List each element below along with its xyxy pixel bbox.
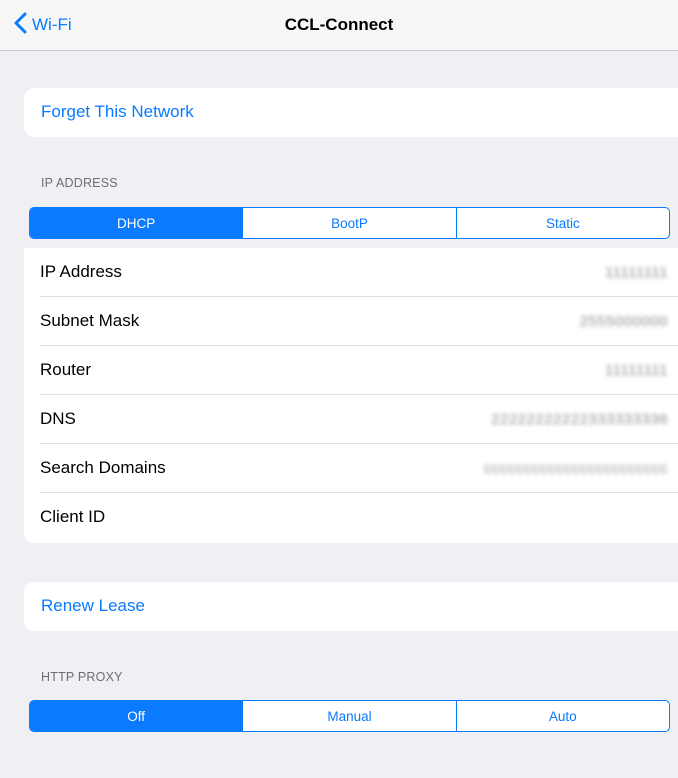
search-domains-row[interactable]: Search Domains ccccccccccccccccccccccc <box>24 444 678 493</box>
subnet-mask-row[interactable]: Subnet Mask 2555000000 <box>24 297 678 346</box>
proxy-mode-off[interactable]: Off <box>30 701 243 731</box>
dns-value: 22222222222333333336 <box>491 411 668 428</box>
forget-network-label: Forget This Network <box>41 102 194 121</box>
ip-mode-dhcp[interactable]: DHCP <box>30 208 243 238</box>
ip-details-list: IP Address 11111111 Subnet Mask 25550000… <box>24 248 678 543</box>
router-value: 11111111 <box>605 362 668 379</box>
client-id-row[interactable]: Client ID <box>24 493 678 542</box>
ip-address-row[interactable]: IP Address 11111111 <box>24 248 678 297</box>
search-domains-value: ccccccccccccccccccccccc <box>484 460 668 477</box>
proxy-mode-manual[interactable]: Manual <box>242 701 455 731</box>
dns-row[interactable]: DNS 22222222222333333336 <box>24 395 678 444</box>
router-label: Router <box>40 360 92 379</box>
forget-network-button[interactable]: Forget This Network <box>24 88 678 137</box>
http-proxy-section-header: HTTP PROXY <box>41 670 123 684</box>
search-domains-label: Search Domains <box>40 458 166 477</box>
subnet-mask-label: Subnet Mask <box>40 311 140 330</box>
renew-lease-label: Renew Lease <box>41 596 145 615</box>
renew-lease-button[interactable]: Renew Lease <box>24 582 678 631</box>
router-row[interactable]: Router 11111111 <box>24 346 678 395</box>
http-proxy-segmented-control: Off Manual Auto <box>29 700 670 732</box>
ip-address-value: 11111111 <box>605 264 668 281</box>
client-id-label: Client ID <box>40 507 106 526</box>
ip-address-section-header: IP ADDRESS <box>41 176 118 190</box>
navigation-bar: Wi-Fi CCL-Connect <box>0 0 678 51</box>
page-title: CCL-Connect <box>284 15 394 34</box>
ip-mode-static[interactable]: Static <box>455 208 669 238</box>
ip-mode-segmented-control: DHCP BootP Static <box>29 207 670 239</box>
ip-address-label: IP Address <box>40 262 122 281</box>
ip-mode-bootp[interactable]: BootP <box>242 208 455 238</box>
proxy-mode-auto[interactable]: Auto <box>455 701 669 731</box>
subnet-mask-value: 2555000000 <box>579 313 668 330</box>
dns-label: DNS <box>40 409 76 428</box>
